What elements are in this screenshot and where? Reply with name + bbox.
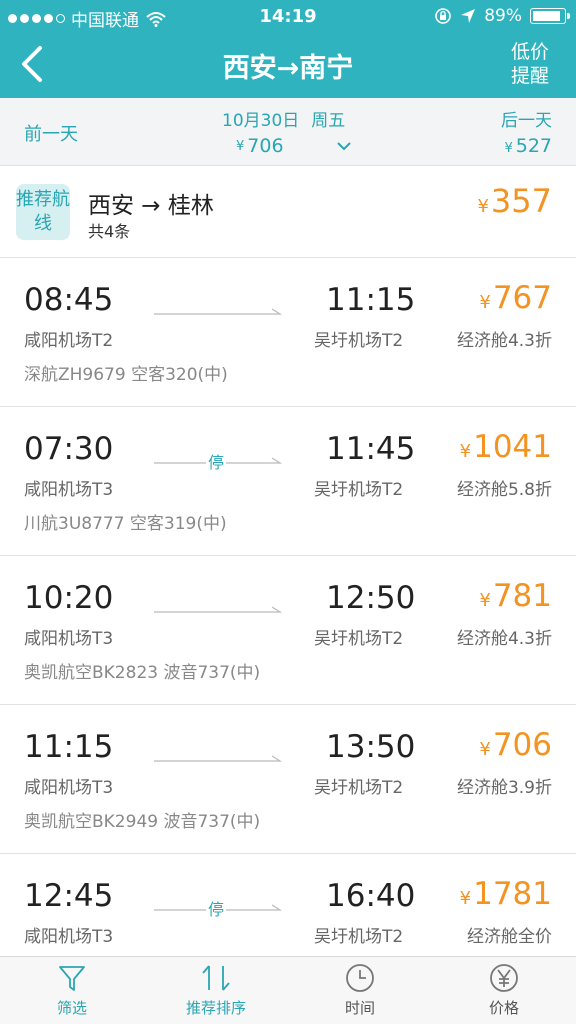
- arrival-airport: 吴圩机场T2: [314, 480, 404, 500]
- price-value: 781: [492, 578, 552, 614]
- tab-filter-label: 筛选: [56, 999, 87, 1017]
- route-arrow-icon: [154, 606, 282, 613]
- recommend-badge: 推荐航线: [16, 184, 70, 240]
- tab-price[interactable]: 价格: [432, 957, 576, 1024]
- current-weekday: 周五: [311, 111, 346, 131]
- price-currency: ¥: [479, 590, 491, 611]
- price-value: 1041: [473, 429, 552, 465]
- flight-row[interactable]: 10:20 12:50 咸阳机场T3 吴圩机场T2 奥凯航空BK2823 波音7…: [0, 556, 576, 705]
- chevron-down-icon: [336, 142, 351, 151]
- prev-day-button[interactable]: 前一天: [24, 120, 78, 146]
- cabin-discount: 经济舱4.3折: [456, 629, 552, 649]
- date-lowest-price: 706: [247, 135, 284, 157]
- cabin-discount: 经济舱3.9折: [456, 778, 552, 798]
- date-bar: 前一天 10月30日 周五 ¥ 706 后一天 ¥527: [0, 98, 576, 166]
- arrival-time: 11:45: [326, 431, 416, 467]
- departure-time: 11:15: [24, 729, 114, 765]
- flight-price: ¥706: [479, 727, 552, 763]
- tab-filter[interactable]: 筛选: [0, 957, 144, 1024]
- recommended-route[interactable]: 推荐航线 西安 → 桂林 共4条 ¥357: [0, 166, 576, 258]
- departure-airport: 咸阳机场T2: [24, 331, 114, 351]
- recommend-route-name: 西安 → 桂林: [88, 193, 214, 219]
- departure-time: 08:45: [24, 282, 114, 318]
- recommend-currency: ¥: [477, 196, 489, 217]
- price-currency: ¥: [479, 292, 491, 313]
- tab-price-label: 价格: [488, 999, 519, 1017]
- date-picker[interactable]: 10月30日 周五 ¥ 706: [222, 106, 352, 157]
- price-alert-line1: 低价: [510, 41, 549, 63]
- current-date: 10月30日: [222, 111, 300, 131]
- stopover-label: 停: [206, 896, 227, 920]
- arrival-airport: 吴圩机场T2: [314, 778, 404, 798]
- next-day-label: 后一天: [501, 111, 552, 131]
- cabin-discount: 经济舱全价: [467, 927, 552, 947]
- route-arrow-icon: [154, 755, 282, 762]
- rotation-lock-icon: [435, 8, 452, 24]
- recommend-price-value: 357: [490, 182, 552, 220]
- sort-icon: [202, 965, 230, 991]
- recommend-price: ¥357: [477, 182, 552, 220]
- flight-row[interactable]: 08:45 11:15 咸阳机场T2 吴圩机场T2 深航ZH9679 空客320…: [0, 258, 576, 407]
- next-day-price-value: 527: [515, 135, 552, 157]
- price-alert-line2: 提醒: [510, 65, 549, 87]
- flight-row[interactable]: 07:30 停 11:45 咸阳机场T3 吴圩机场T2 川航3U8777 空客3…: [0, 407, 576, 556]
- arrival-time: 11:15: [326, 282, 416, 318]
- cabin-discount: 经济舱4.3折: [456, 331, 552, 351]
- next-day-price: ¥527: [501, 135, 552, 157]
- flight-price: ¥781: [479, 578, 552, 614]
- price-currency: ¥: [459, 888, 472, 909]
- flight-price: ¥1781: [460, 876, 552, 912]
- route-arrow-icon: [154, 308, 282, 315]
- cabin-discount: 经济舱5.8折: [456, 480, 552, 500]
- flight-price: ¥1041: [460, 429, 552, 465]
- battery-icon: [530, 8, 570, 24]
- next-day-button[interactable]: 后一天 ¥527: [501, 106, 552, 157]
- airline-info: 深航ZH9679 空客320(中): [24, 365, 228, 385]
- tab-recommend-sort[interactable]: 推荐排序: [144, 957, 288, 1024]
- arrival-airport: 吴圩机场T2: [314, 629, 404, 649]
- yen-icon: [490, 964, 518, 992]
- page-title: 西安→南宁: [222, 53, 354, 84]
- departure-airport: 咸阳机场T3: [24, 778, 114, 798]
- departure-airport: 咸阳机场T3: [24, 927, 114, 947]
- departure-airport: 咸阳机场T3: [24, 480, 114, 500]
- flight-list: 08:45 11:15 咸阳机场T2 吴圩机场T2 深航ZH9679 空客320…: [0, 258, 576, 1003]
- recommend-badge-label: 推荐航线: [16, 189, 70, 234]
- price-value: 706: [492, 727, 552, 763]
- airline-info: 川航3U8777 空客319(中): [24, 514, 227, 534]
- price-alert-button[interactable]: 低价 提醒: [508, 40, 552, 88]
- tab-time[interactable]: 时间: [288, 957, 432, 1024]
- arrival-airport: 吴圩机场T2: [314, 331, 404, 351]
- airline-info: 奥凯航空BK2949 波音737(中): [24, 812, 261, 832]
- price-currency: ¥: [459, 441, 472, 462]
- status-bar: 中国联通 14:19 89%: [0, 0, 576, 32]
- arrival-time: 16:40: [326, 878, 416, 914]
- airline-info: 奥凯航空BK2823 波音737(中): [24, 663, 261, 683]
- clock-icon: [346, 964, 374, 992]
- nav-header: 中国联通 14:19 89% 西安→南宁 低价 提醒: [0, 0, 576, 98]
- departure-time: 12:45: [24, 878, 114, 914]
- departure-time: 07:30: [24, 431, 114, 467]
- arrival-time: 12:50: [326, 580, 416, 616]
- departure-airport: 咸阳机场T3: [24, 629, 114, 649]
- departure-time: 10:20: [24, 580, 114, 616]
- price-currency: ¥: [479, 739, 491, 760]
- recommend-count: 共4条: [88, 222, 131, 241]
- stopover-label: 停: [206, 449, 227, 473]
- arrival-airport: 吴圩机场T2: [314, 927, 404, 947]
- tab-time-label: 时间: [344, 999, 375, 1017]
- price-value: 1781: [473, 876, 552, 912]
- filter-icon: [59, 966, 85, 991]
- arrival-time: 13:50: [326, 729, 416, 765]
- price-value: 767: [492, 280, 552, 316]
- location-icon: [461, 9, 476, 23]
- battery-percent: 89%: [484, 6, 522, 26]
- date-currency: ¥: [236, 138, 245, 154]
- flight-price: ¥767: [479, 280, 552, 316]
- tab-sort-label: 推荐排序: [185, 999, 246, 1017]
- flight-row[interactable]: 11:15 13:50 咸阳机场T3 吴圩机场T2 奥凯航空BK2949 波音7…: [0, 705, 576, 854]
- bottom-tab-bar: 筛选 推荐排序 时间 价格: [0, 956, 576, 1024]
- next-currency: ¥: [504, 141, 513, 156]
